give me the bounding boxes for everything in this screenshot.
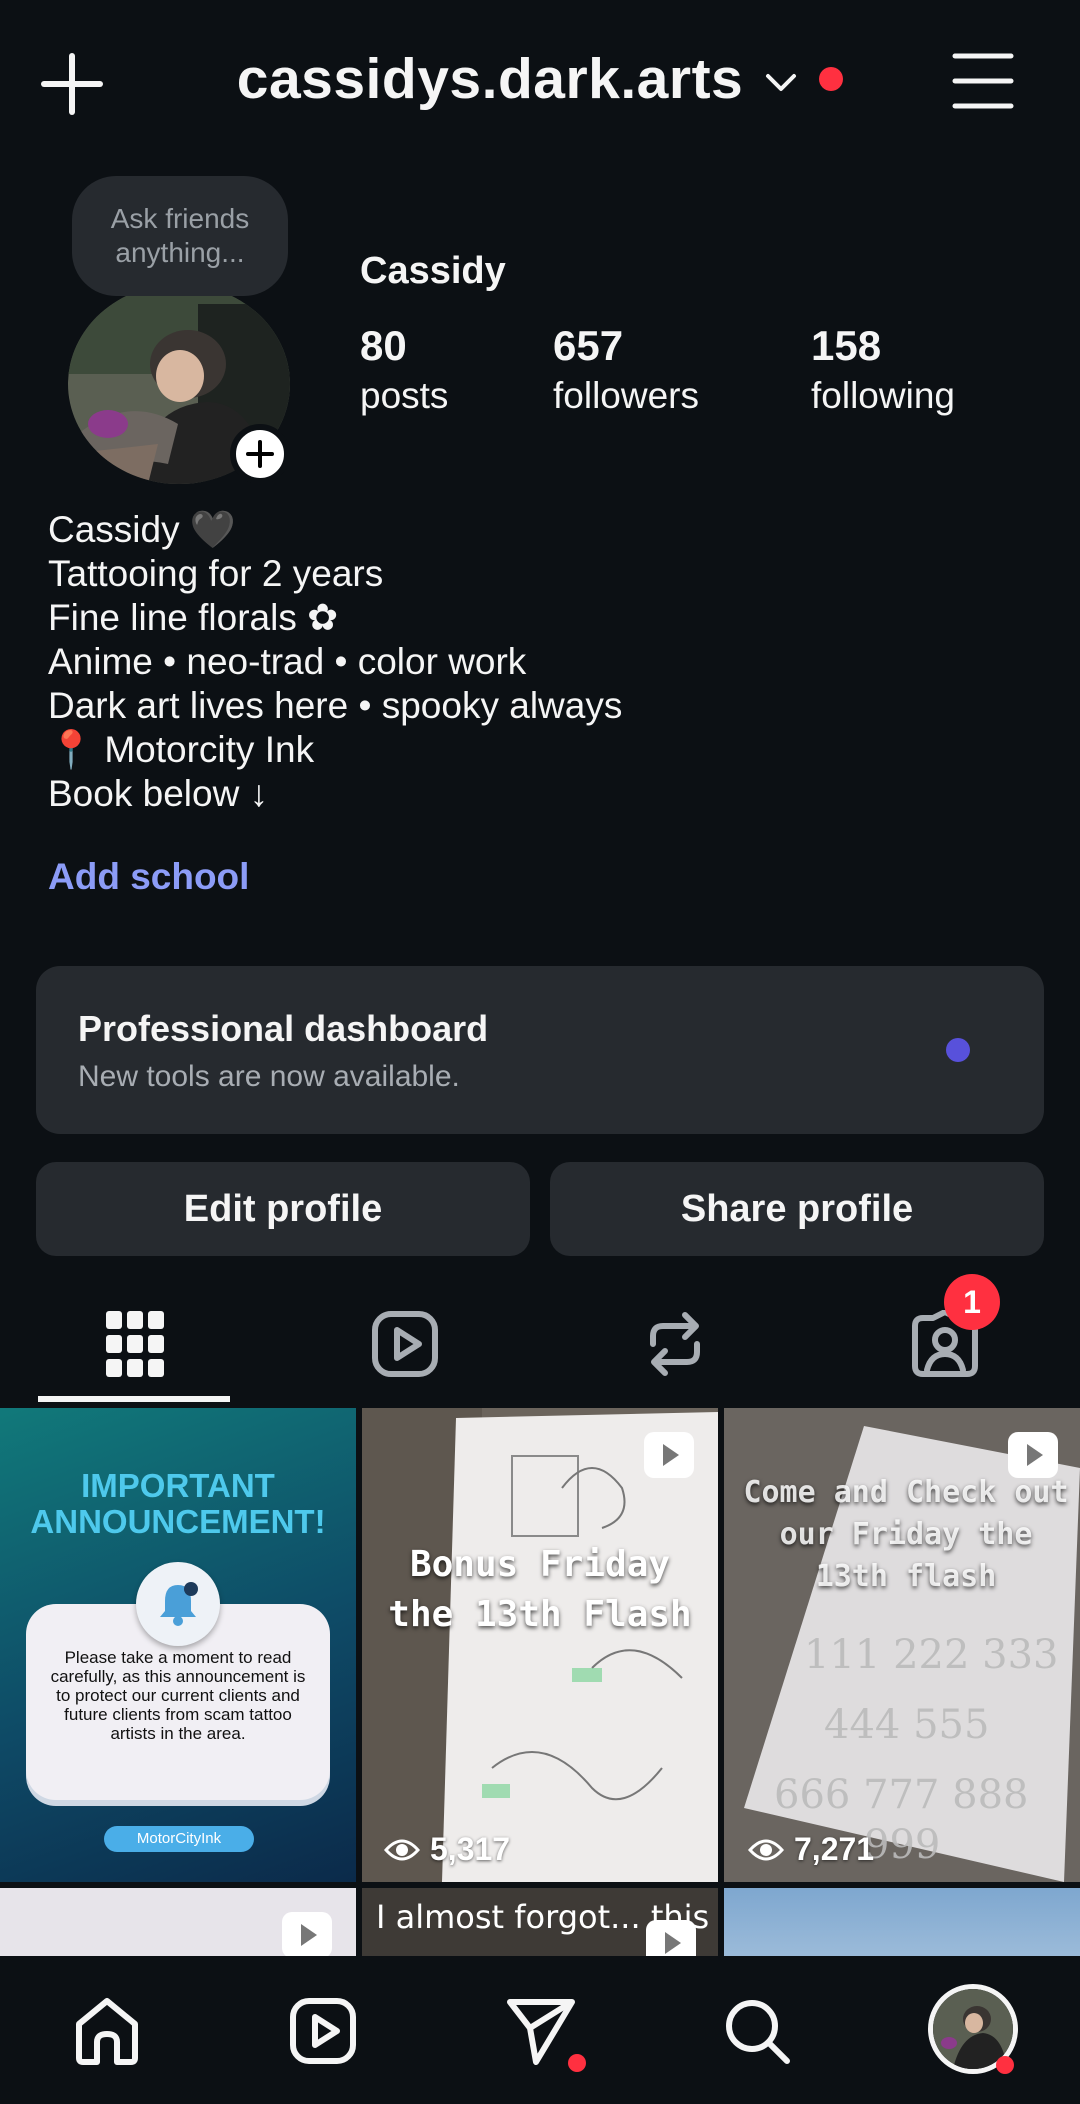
brand-pill: MotorCityInk	[104, 1826, 254, 1852]
plus-icon	[246, 440, 274, 468]
stat-label: following	[811, 375, 955, 416]
menu-icon	[952, 53, 1014, 109]
post-tile[interactable]	[0, 1888, 356, 1956]
post-tile[interactable]: I almost forgot... this was the	[362, 1888, 718, 1956]
username: cassidys.dark.arts	[236, 47, 744, 111]
dashboard-subtitle: New tools are now available.	[78, 1060, 460, 1093]
post-caption-overlay: Come and Check out our Friday the 13th f…	[743, 1475, 1069, 1594]
nav-home[interactable]	[62, 1986, 152, 2076]
active-tab-indicator	[38, 1396, 230, 1402]
posts-grid: IMPORTANT ANNOUNCEMENT! Please take a mo…	[0, 1408, 1080, 1956]
bio-line: 📍 Motorcity Ink	[48, 729, 315, 770]
grid-icon	[106, 1311, 164, 1377]
menu-button[interactable]	[952, 52, 1014, 110]
announcement-body: Please take a moment to read carefully, …	[50, 1648, 306, 1743]
reposts-icon	[650, 1312, 700, 1376]
share-profile-button[interactable]: Share profile	[550, 1162, 1044, 1256]
post-tile[interactable]: IMPORTANT ANNOUNCEMENT! Please take a mo…	[0, 1408, 356, 1882]
messages-notification-dot	[568, 2054, 586, 2072]
view-count-value: 7,271	[794, 1831, 875, 1867]
display-name: Cassidy	[360, 250, 506, 292]
top-bar: cassidys.dark.arts	[0, 0, 1080, 160]
bio-line: Tattooing for 2 years	[48, 553, 384, 594]
reel-indicator-icon	[282, 1912, 332, 1956]
post-caption-overlay: Bonus Friday the 13th Flash	[388, 1544, 692, 1635]
view-count-value: 5,317	[430, 1831, 511, 1867]
view-count: 7,271	[748, 1831, 874, 1868]
stat-label: followers	[553, 375, 699, 416]
tab-reposts[interactable]	[540, 1286, 810, 1402]
chevron-down-icon	[766, 74, 797, 91]
eye-icon	[748, 1839, 784, 1860]
send-icon	[507, 1999, 575, 2065]
announcement-heading: IMPORTANT ANNOUNCEMENT!	[30, 1467, 326, 1540]
bell-icon	[136, 1562, 220, 1646]
profile-tabs	[0, 1286, 1080, 1402]
unread-dot	[946, 1038, 970, 1062]
reels-icon	[290, 1998, 356, 2064]
profile-avatar-block[interactable]	[68, 284, 290, 484]
professional-dashboard-card[interactable]: Professional dashboard New tools are now…	[36, 966, 1044, 1134]
nav-reels[interactable]	[278, 1986, 368, 2076]
stat-posts[interactable]: 80 posts	[360, 320, 448, 420]
reel-indicator-icon	[644, 1432, 694, 1478]
stat-followers[interactable]: 657 followers	[553, 320, 699, 420]
view-count: 5,317	[384, 1831, 510, 1868]
edit-profile-button[interactable]: Edit profile	[36, 1162, 530, 1256]
bio-line: Anime • neo-trad • color work	[48, 641, 527, 682]
home-icon	[76, 1998, 138, 2065]
notification-dot	[819, 67, 844, 91]
search-icon	[726, 2000, 790, 2064]
nav-search[interactable]	[712, 1986, 802, 2076]
svg-text:444 555: 444 555	[824, 1702, 989, 1748]
stat-following[interactable]: 158 following	[811, 320, 955, 420]
bio: Cassidy 🖤 Tattooing for 2 years Fine lin…	[48, 508, 622, 816]
post-tile[interactable]: 111 222 333 444 555 666 777 888 999 Come…	[724, 1408, 1080, 1882]
bio-line: Cassidy 🖤	[48, 509, 236, 550]
stat-value: 80	[360, 322, 407, 369]
bio-line: Dark art lives here • spooky always	[48, 685, 623, 726]
stat-value: 158	[811, 322, 882, 369]
tab-reels[interactable]	[270, 1286, 540, 1402]
post-tile[interactable]: Bonus Friday the 13th Flash 5,317	[362, 1408, 718, 1882]
bottom-navigation	[0, 1956, 1080, 2104]
post-tile[interactable]	[724, 1888, 1080, 1956]
reel-indicator-icon	[646, 1920, 696, 1956]
bio-line: Book below ↓	[48, 773, 269, 814]
svg-text:666 777 888: 666 777 888	[774, 1772, 1028, 1818]
bio-line: Fine line florals ✿	[48, 597, 339, 638]
svg-text:999: 999	[864, 1822, 940, 1868]
svg-text:111 222 333: 111 222 333	[804, 1632, 1058, 1678]
eye-icon	[384, 1839, 420, 1860]
add-school-link[interactable]: Add school	[48, 856, 249, 898]
add-story-button[interactable]	[230, 424, 290, 484]
post-caption-overlay: I almost forgot... this was the	[376, 1898, 718, 1936]
stat-value: 657	[553, 322, 624, 369]
profile-notification-dot	[996, 2056, 1014, 2074]
tagged-badge: 1	[944, 1274, 1000, 1330]
dashboard-title: Professional dashboard	[78, 1008, 489, 1049]
account-switcher[interactable]: cassidys.dark.arts	[0, 46, 1080, 112]
note-bubble[interactable]: Ask friends anything...	[72, 176, 288, 296]
stat-label: posts	[360, 375, 449, 416]
reels-icon	[372, 1311, 438, 1377]
tab-posts-grid[interactable]	[0, 1286, 270, 1402]
tile-photo	[362, 1408, 718, 1882]
reel-indicator-icon	[1008, 1432, 1058, 1478]
